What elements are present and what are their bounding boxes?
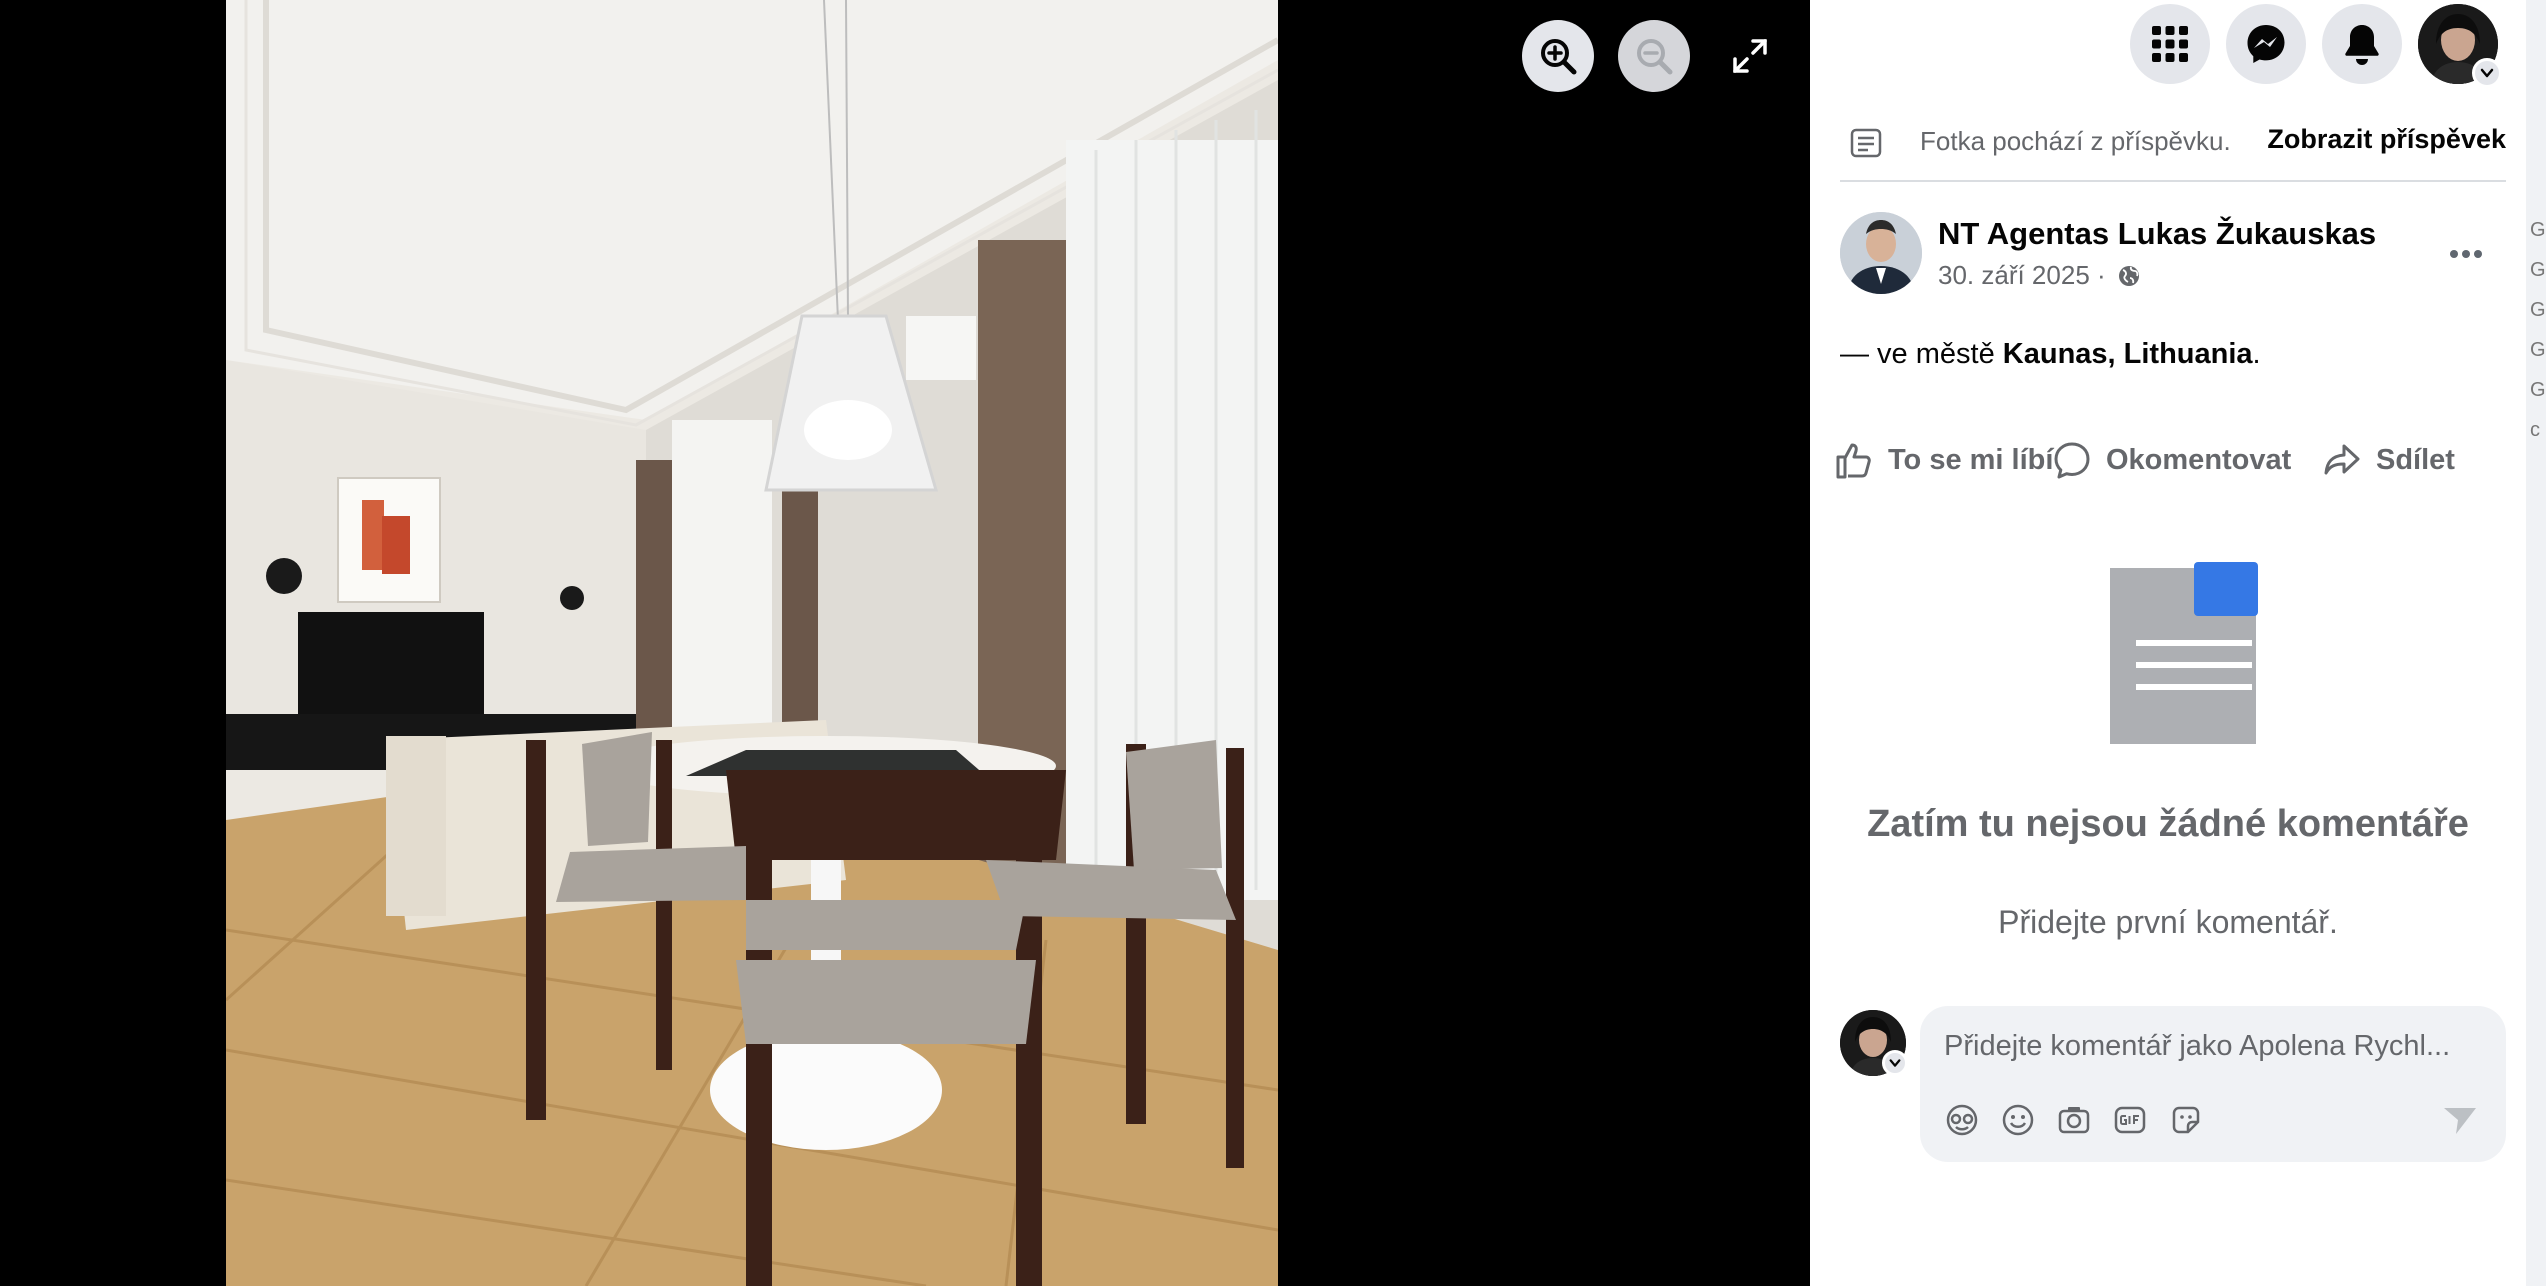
clipped-text: G — [2530, 219, 2546, 241]
avatar-sticker-icon — [1946, 1104, 1978, 1136]
chevron-down-icon — [2480, 68, 2494, 78]
photo-viewer — [0, 0, 1810, 1286]
messenger-icon — [2247, 25, 2285, 63]
clipped-text: G — [2530, 299, 2546, 321]
no-comments-title: Zatím tu nejsou žádné komentáře — [1867, 803, 2469, 845]
smiley-icon — [2002, 1104, 2034, 1136]
clipped-text: G — [2530, 339, 2546, 361]
send-comment-button[interactable] — [2438, 1100, 2482, 1140]
more-dot-icon — [2462, 250, 2470, 258]
post-date: 30. září 2025 · — [1938, 260, 2141, 291]
account-chevron-badge[interactable] — [2472, 58, 2502, 88]
bell-icon — [2345, 25, 2379, 65]
author-name-link[interactable]: NT Agentas Lukas Žukauskas — [1938, 216, 2376, 252]
clipped-text: G — [2530, 379, 2546, 401]
more-dot-icon — [2474, 250, 2482, 258]
globe-icon — [2118, 266, 2139, 286]
comment-input[interactable] — [1944, 1024, 2484, 1068]
share-arrow-icon — [2324, 444, 2360, 475]
like-label: To se mi líbí — [1888, 443, 2054, 476]
camera-icon — [2058, 1107, 2090, 1134]
share-label: Sdílet — [2376, 443, 2455, 476]
gif-button[interactable] — [2110, 1100, 2150, 1140]
more-dot-icon — [2450, 250, 2458, 258]
room-photo — [226, 0, 1278, 1286]
grid-menu-icon — [2152, 26, 2188, 62]
menu-button[interactable] — [2130, 4, 2210, 84]
clipped-text: G — [2530, 259, 2546, 281]
post-options-button[interactable] — [2438, 226, 2494, 282]
thumbs-up-icon — [1836, 443, 1871, 479]
photo-origin-text: Fotka pochází z příspěvku. — [1920, 126, 2231, 156]
no-comments-illustration-icon — [2110, 562, 2258, 744]
expand-icon — [1733, 39, 1767, 73]
zoom-out-button[interactable] — [1618, 20, 1690, 92]
current-user-avatar[interactable] — [1840, 1010, 1908, 1076]
like-button[interactable]: To se mi líbí — [1834, 436, 2053, 484]
emoji-button[interactable] — [1998, 1100, 2038, 1140]
photo-button[interactable] — [2054, 1100, 2094, 1140]
chevron-down-icon — [1889, 1059, 1901, 1067]
post-side-panel: Fotka pochází z příspěvku. Zobrazit přís… — [1810, 0, 2526, 1286]
fullscreen-button[interactable] — [1714, 20, 1786, 92]
sticker-icon — [2172, 1106, 2200, 1134]
comment-label: Okomentovat — [2106, 443, 2292, 476]
gif-icon — [2114, 1106, 2146, 1134]
send-icon — [2444, 1108, 2476, 1134]
photo-origin-row: Fotka pochází z příspěvku. Zobrazit přís… — [1840, 118, 2506, 182]
room-photo-image — [226, 0, 1278, 1286]
location-suffix: . — [2252, 338, 2261, 370]
post-location-line: — ve městě Kaunas, Lithuania. — [1840, 338, 2261, 371]
comment-bubble-icon — [2054, 442, 2090, 479]
comment-button[interactable]: Okomentovat — [2052, 436, 2291, 484]
messenger-button[interactable] — [2226, 4, 2306, 84]
comment-composer — [1920, 1006, 2506, 1162]
zoom-in-icon — [1541, 39, 1577, 75]
share-button[interactable]: Sdílet — [2322, 436, 2455, 484]
zoom-out-icon — [1637, 39, 1673, 75]
post-date-text[interactable]: 30. září 2025 · — [1938, 260, 2106, 290]
notifications-button[interactable] — [2322, 4, 2402, 84]
location-link[interactable]: Kaunas, Lithuania — [2003, 338, 2253, 370]
background-page-edge: G G G G G c — [2526, 0, 2546, 1286]
no-comments-subtitle: Přidejte první komentář. — [1998, 904, 2338, 940]
view-post-link[interactable]: Zobrazit příspěvek — [2267, 124, 2506, 155]
post-text-icon — [1850, 128, 1882, 158]
zoom-in-button[interactable] — [1522, 20, 1594, 92]
author-avatar[interactable] — [1840, 212, 1922, 294]
sticker-button[interactable] — [2166, 1100, 2206, 1140]
author-avatar-image — [1840, 212, 1922, 294]
location-prefix: — ve městě — [1840, 338, 2003, 370]
profile-switch-badge[interactable] — [1882, 1050, 1908, 1076]
avatar-sticker-button[interactable] — [1942, 1100, 1982, 1140]
clipped-text: c — [2530, 419, 2540, 441]
